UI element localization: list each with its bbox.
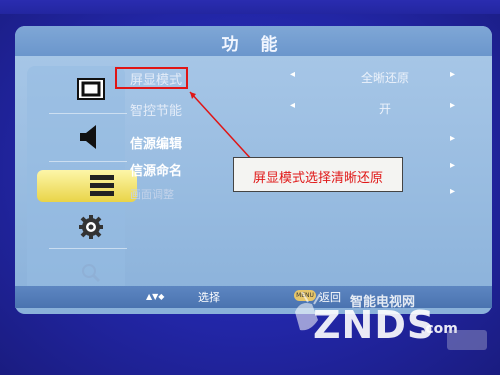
select-hint: 选择 (198, 291, 220, 304)
annotation-callout: 屏显模式选择清晰还原 (233, 157, 403, 192)
watermark-blur (447, 330, 487, 350)
tv-screen: 功 能 屏显模式 ◂ 全晰还原 ▸ 智控节能 ◂ 开 ▸ 信源编辑 ▸ 信源命名… (0, 0, 500, 375)
watermark-brand: ZNDS (313, 303, 436, 347)
annotation-text: 屏显模式选择清晰还原 (252, 171, 383, 186)
nav-arrows-icon: ▲▼◆ (146, 292, 165, 301)
